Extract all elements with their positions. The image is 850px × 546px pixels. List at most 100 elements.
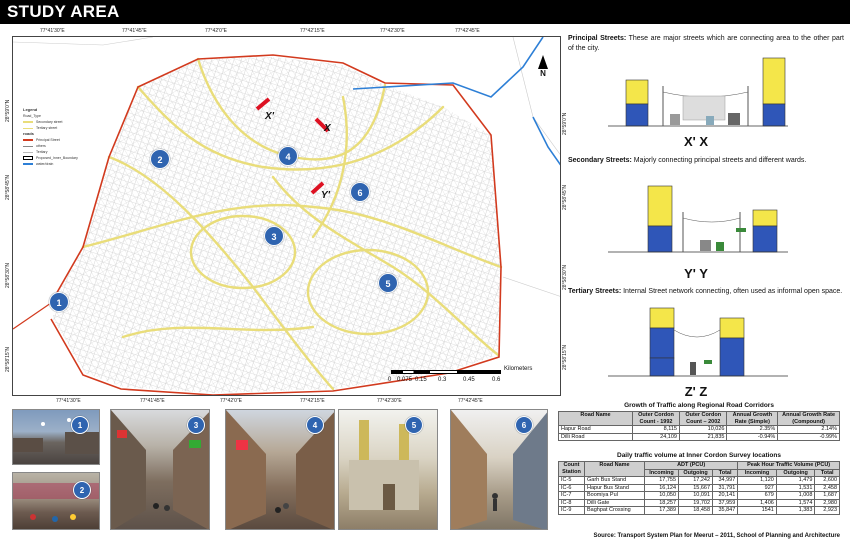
table-cell: 2,923	[814, 506, 840, 515]
legend-swatch	[23, 151, 33, 153]
table-row: IC-6 Hapur Bus Stand 16,124 15,667 31,79…	[558, 483, 840, 492]
table-header: Count Station	[558, 461, 585, 477]
top-coord-4: 77°42'15"E	[300, 28, 325, 34]
tertiary-streets-desc: Internal Street network connecting, ofte…	[621, 288, 843, 295]
table-cell: 20,141	[712, 491, 739, 500]
north-label: N	[540, 69, 546, 78]
table-cell: 37,959	[712, 498, 739, 507]
table-header: Outer Cordon Count - 1992	[632, 411, 680, 426]
photo-marker-1: 1	[71, 416, 89, 434]
right-coord-1: 28°59'0"N	[562, 112, 568, 135]
table-row: IC-5 Garh Bus Stand 17,755 17,242 34,997…	[558, 476, 840, 485]
table-cell: Garh Bus Stand	[584, 476, 645, 485]
table-header: Outgoing	[678, 468, 714, 477]
table-cell: 15,667	[678, 483, 714, 492]
legend-item: water/drain	[23, 161, 87, 167]
scale-tick: 0.45	[463, 377, 475, 383]
table-header: Incoming	[643, 468, 680, 477]
table-row: IC-7 Boomiya Pul 10,050 10,091 20,141 67…	[558, 491, 840, 500]
left-coord-2: 28°58'45"N	[5, 174, 11, 200]
table-cell: 2,458	[814, 483, 840, 492]
tertiary-streets-text: Tertiary Streets: Internal Street networ…	[568, 287, 844, 297]
table-header: Annual Growth Rate (Compound)	[777, 411, 840, 426]
photo-marker-2: 2	[73, 481, 91, 499]
bottom-coord-5: 77°42'30"E	[377, 398, 402, 404]
table-header-row: Count Station Road Name ADT (PCU) Peak H…	[558, 461, 840, 477]
table-cell: 2,980	[814, 498, 840, 507]
table-header: Road Name	[558, 411, 633, 426]
volume-table-title: Daily traffic volume at Inner Cordon Sur…	[617, 452, 781, 459]
street-network	[13, 37, 560, 395]
section-zz-title: Z' Z	[684, 384, 708, 399]
scale-tick: 0.075	[397, 377, 413, 383]
map-marker-5[interactable]: 5	[378, 273, 398, 293]
table-cell: 17,755	[643, 476, 680, 485]
photo-1: 1	[12, 409, 100, 465]
legend-label: Tertiary	[36, 150, 48, 154]
legend-label: Principal Street	[36, 138, 60, 142]
table-cell: 679	[737, 491, 777, 500]
left-coord-3: 28°58'30"N	[5, 262, 11, 288]
photo-3: 3	[110, 409, 210, 530]
map-marker-1[interactable]: 1	[49, 292, 69, 312]
table-cell: 10,026	[678, 425, 728, 434]
source-note: Source: Transport System Plan for Meerut…	[593, 533, 840, 539]
poster-page: STUDY AREA N Legend Road_Type Secondary …	[0, 0, 850, 546]
table-header: ADT (PCU)	[643, 461, 739, 470]
legend-swatch	[23, 121, 33, 124]
table-cell: Baghpat Crossing	[584, 506, 645, 515]
section-label-y-prime: Y'	[321, 190, 331, 201]
table-cell: 34,997	[712, 476, 739, 485]
table-cell: -0.99%	[777, 432, 840, 441]
map-marker-3[interactable]: 3	[264, 226, 284, 246]
section-zz-drawing	[608, 307, 788, 377]
map-marker-2[interactable]: 2	[150, 149, 170, 169]
photo-1-scene	[13, 418, 99, 454]
section-yy-drawing	[608, 185, 788, 253]
map-marker-4[interactable]: 4	[278, 146, 298, 166]
table-cell: 10,091	[678, 491, 714, 500]
table-cell: 16,124	[643, 483, 680, 492]
section-xx-drawing	[608, 57, 788, 127]
scale-bar-graphic	[391, 370, 501, 374]
legend-swatch	[23, 145, 33, 147]
photo-5: 5	[338, 409, 438, 530]
legend-label: water/drain	[36, 162, 54, 166]
table-cell: 927	[737, 483, 777, 492]
legend-label: Tertiary street	[36, 126, 58, 130]
growth-table-title: Growth of Traffic along Regional Road Co…	[624, 402, 774, 409]
table-cell: Hapur Road	[558, 425, 633, 434]
table-cell: 31,791	[712, 483, 739, 492]
table-header: Incoming	[737, 468, 777, 477]
secondary-streets-heading: Secondary Streets:	[568, 157, 632, 164]
legend-swatch	[23, 139, 33, 142]
bottom-coord-4: 77°42'15"E	[300, 398, 325, 404]
table-cell: 18,458	[678, 506, 714, 515]
table-cell: 17,389	[643, 506, 680, 515]
table-cell: 1,008	[775, 491, 816, 500]
scale-tick: 0.3	[438, 377, 447, 383]
table-header: Peak Hour Traffic Volume (PCU)	[737, 461, 840, 470]
scale-unit: Kilometers	[504, 366, 533, 372]
photo-6: 6	[450, 409, 548, 530]
top-coord-5: 77°42'30"E	[380, 28, 405, 34]
bottom-coord-1: 77°41'30"E	[56, 398, 81, 404]
table-cell: 18,257	[643, 498, 680, 507]
section-label-x: X	[324, 123, 331, 134]
table-cell: 2.14%	[777, 425, 840, 434]
section-label-x-prime: X'	[265, 111, 275, 122]
table-row: Hapur Road 8,115 10,026 2.35% 2.14%	[558, 425, 840, 434]
secondary-streets-desc: Majorly connecting principal streets and…	[631, 157, 807, 164]
bottom-coord-6: 77°42'45"E	[458, 398, 483, 404]
photo-6-scene	[451, 410, 547, 529]
map-marker-6[interactable]: 6	[350, 182, 370, 202]
north-arrow-icon	[538, 55, 548, 69]
table-cell: 10,050	[643, 491, 680, 500]
scale-tick: 0.15	[415, 377, 427, 383]
north-arrow: N	[538, 55, 548, 78]
top-coord-6: 77°42'45"E	[455, 28, 480, 34]
table-cell: 19,702	[678, 498, 714, 507]
table-cell: 1,120	[737, 476, 777, 485]
table-header: Outgoing	[775, 468, 816, 477]
table-cell: 1,406	[737, 498, 777, 507]
